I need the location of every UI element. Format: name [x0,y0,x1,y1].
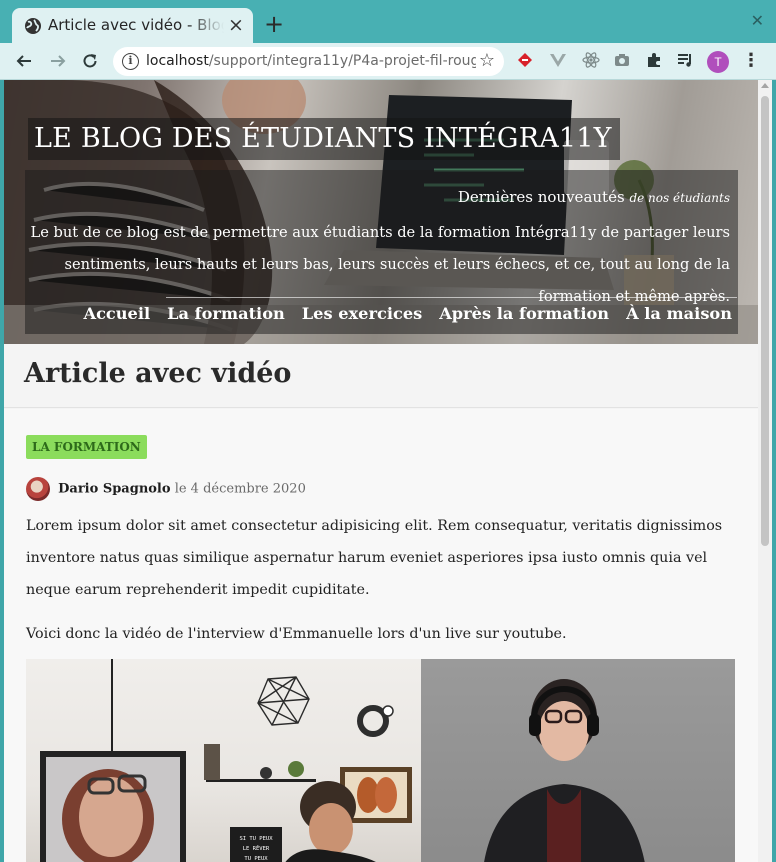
article-title: Article avec vidéo [24,358,292,389]
video-left-scene: SI TU PEUX LE RÊVER TU PEUX [40,659,412,862]
video-sign-text: SI TU PEUX [239,836,273,842]
site-description: Le but de ce blog est de permettre aux é… [30,224,730,305]
menu-divider [166,297,737,298]
extension-camera-icon[interactable] [612,51,632,71]
arrow-left-icon [16,55,31,67]
new-tab-button[interactable]: + [263,12,285,36]
profile-avatar[interactable]: T [707,51,729,73]
article-paragraph-1: Lorem ipsum dolor sit amet consectetur a… [26,518,723,598]
author-avatar [26,477,50,501]
video-left-panel: SI TU PEUX LE RÊVER TU PEUX [26,659,421,862]
video-player[interactable]: SI TU PEUX LE RÊVER TU PEUX [26,659,735,862]
reload-button[interactable] [78,49,102,73]
globe-icon [25,18,41,34]
window-frame-edge [772,80,776,862]
category-badge[interactable]: LA FORMATION [26,435,147,459]
author-name[interactable]: Dario Spagnolo [58,482,170,497]
svg-text:LE RÊVER: LE RÊVER [243,844,270,852]
tagline-text: Dernières nouveautés [457,188,625,206]
nav-link-la-formation[interactable]: La formation [167,304,285,323]
back-button[interactable] [12,49,36,73]
page-heading-bar: Article avec vidéo [4,344,758,408]
tab-title: Article avec vidéo - Blog intégra11y [48,16,224,34]
react-icon [582,52,600,68]
info-icon[interactable]: i [122,53,139,70]
media-control-icon[interactable] [675,51,695,71]
article-body: LA FORMATION Dario Spagnolo le 4 décembr… [4,409,758,862]
site-tagline: Dernières nouveautés de nos étudiants [458,188,730,206]
tagline-emphasis: de nos étudiants [629,191,730,205]
browser-tab[interactable]: Article avec vidéo - Blog intégra11y × [12,8,253,43]
camera-icon [615,54,629,66]
reload-icon [83,54,97,68]
red-diamond-icon [518,53,532,67]
scrollbar-thumb[interactable] [761,96,769,546]
svg-text:TU PEUX: TU PEUX [244,856,268,862]
browser-menu-icon[interactable]: ⋮ [742,50,760,72]
site-header: LE BLOG DES ÉTUDIANTS INTÉGRA11Y Dernièr… [4,80,758,344]
tab-close-icon[interactable]: × [227,16,245,35]
publish-date: le 4 décembre 2020 [174,481,306,497]
forward-button[interactable] [46,49,70,73]
page-scrollbar[interactable] [758,80,772,862]
bookmark-star-icon[interactable]: ☆ [479,50,495,71]
scroll-up-arrow-icon[interactable] [761,83,769,88]
extensions-puzzle-icon[interactable] [644,51,664,71]
vue-icon [550,54,566,67]
url-host: localhost [146,53,209,69]
tab-strip: Article avec vidéo - Blog intégra11y × +… [0,0,776,43]
extension-react-icon[interactable] [581,51,601,71]
extension-diamond-icon[interactable] [515,51,535,71]
puzzle-icon [648,53,660,67]
nav-link-accueil[interactable]: Accueil [84,304,151,323]
article-paragraph-2: Voici donc la vidéo de l'interview d'Emm… [26,626,567,642]
playlist-icon [678,54,691,67]
arrow-right-icon [51,55,66,67]
extension-vue-icon[interactable] [548,51,568,71]
window-close-icon[interactable]: ✕ [751,11,764,30]
nav-link-apres-la-formation[interactable]: Après la formation [439,304,609,323]
url-path: /support/integra11y/P4a-projet-fil-rouge… [208,53,476,69]
site-title[interactable]: LE BLOG DES ÉTUDIANTS INTÉGRA11Y [28,118,620,160]
nav-link-les-exercices[interactable]: Les exercices [302,304,422,323]
browser-toolbar: i localhost/support/integra11y/P4a-proje… [0,43,776,80]
page-viewport: LE BLOG DES ÉTUDIANTS INTÉGRA11Y Dernièr… [4,80,758,862]
address-bar[interactable]: i localhost/support/integra11y/P4a-proje… [113,47,504,76]
article-meta: Dario Spagnolo le 4 décembre 2020 [26,477,306,501]
nav-link-a-la-maison[interactable]: À la maison [626,304,732,323]
url-text[interactable]: localhost/support/integra11y/P4a-projet-… [146,53,476,69]
video-right-panel [421,659,735,862]
video-right-scene [484,679,645,862]
main-nav: Accueil La formation Les exercices Après la… [67,304,732,323]
